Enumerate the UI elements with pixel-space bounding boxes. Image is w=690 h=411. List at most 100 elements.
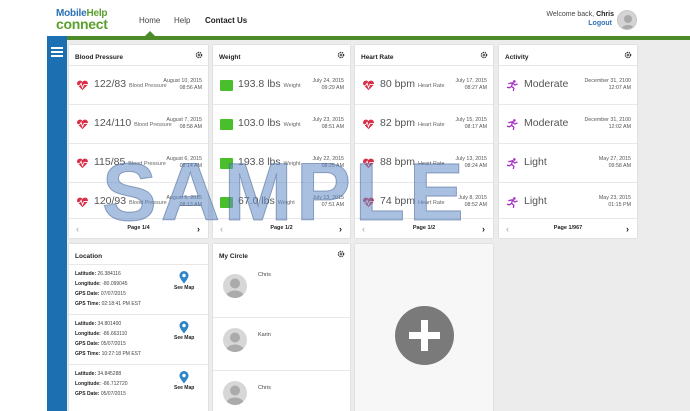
list-item[interactable]: 122/83 Blood Pressure August 10, 2015 08:… — [69, 65, 208, 104]
list-item[interactable]: 193.8 lbs Weight July 24, 2015 09:29 AM — [213, 65, 350, 104]
reading-time: 01:15 PM — [608, 202, 631, 208]
reading-unit: Blood Pressure — [128, 161, 166, 167]
nav-contact-us[interactable]: Contact Us — [205, 16, 247, 25]
gear-icon[interactable] — [337, 51, 345, 59]
reading-date: July 13, 2015 — [312, 195, 344, 201]
list-item[interactable]: 82 bpm Heart Rate July 15, 2015 08:17 AM — [355, 104, 493, 143]
map-pin-icon[interactable] — [179, 271, 189, 284]
card-title: Weight — [219, 54, 241, 61]
see-map-link[interactable]: See Map — [174, 285, 194, 291]
reading-date: May 27, 2015 — [598, 156, 631, 162]
reading-time: 12:02 AM — [608, 124, 631, 130]
see-map-link[interactable]: See Map — [174, 335, 194, 341]
heart-icon — [363, 119, 374, 130]
reading-time: 08:51 AM — [321, 124, 344, 130]
heart-icon — [77, 119, 88, 130]
reading-date: July 17, 2015 — [455, 78, 487, 84]
page-indicator: Page 1/2 — [412, 225, 436, 231]
reading-time: 12:07 AM — [608, 85, 631, 91]
reading-unit: Blood Pressure — [129, 83, 167, 89]
reading-date: August 7, 2015 — [166, 117, 202, 123]
next-page-button[interactable]: › — [197, 224, 200, 234]
scale-icon — [220, 80, 233, 91]
app: MobileHelp connect Home Help Contact Us … — [0, 0, 690, 411]
header: MobileHelp connect Home Help Contact Us … — [0, 0, 690, 36]
scale-icon — [220, 158, 233, 169]
gps-date-value: 05/07/2015 — [100, 341, 126, 347]
latitude-value: 34.845288 — [97, 371, 122, 377]
reading-value: 88 bpm — [380, 156, 416, 168]
gear-icon[interactable] — [624, 51, 632, 59]
longitude-value: -80.099045 — [102, 281, 128, 287]
list-item[interactable]: Latitude: 26.384116 Longitude: -80.09904… — [69, 264, 208, 314]
longitude-value: -86.712720 — [102, 381, 128, 387]
list-item[interactable]: 88 bpm Heart Rate July 13, 2015 08:24 AM — [355, 143, 493, 182]
person-icon — [226, 385, 244, 405]
weight-card: Weight 193.8 lbs Weight July 24, 2015 09:… — [213, 45, 350, 238]
reading-value: 193.8 lbs — [238, 78, 281, 90]
next-page-button[interactable]: › — [626, 224, 629, 234]
nav-home[interactable]: Home — [139, 16, 160, 25]
gear-icon[interactable] — [337, 250, 345, 258]
reading-time: 08:56 AM — [179, 85, 202, 91]
reading-value: 74 bpm — [380, 195, 416, 207]
circle-member[interactable]: Chris — [213, 264, 350, 317]
reading-date: December 31, 2100 — [584, 78, 631, 84]
gps-time-value: 02:18:41 PM EST — [101, 301, 142, 307]
reading-unit: Weight — [277, 200, 295, 206]
list-item[interactable]: 193.8 lbs Weight July 22, 2015 08:25 AM — [213, 143, 350, 182]
gear-icon[interactable] — [480, 51, 488, 59]
gear-icon[interactable] — [195, 51, 203, 59]
list-item[interactable]: 103.0 lbs Weight July 23, 2015 08:51 AM — [213, 104, 350, 143]
list-item[interactable]: Latitude: 34.845288 Longitude: -86.71272… — [69, 364, 208, 411]
list-item[interactable]: 74 bpm Heart Rate July 8, 2015 08:52 AM — [355, 182, 493, 221]
nav-help[interactable]: Help — [174, 16, 190, 25]
reading-date: July 13, 2015 — [455, 156, 487, 162]
member-name: Chris — [258, 385, 271, 391]
reading-unit: Heart Rate — [417, 161, 445, 167]
logout-link[interactable]: Logout — [588, 20, 612, 27]
reading-date: August 10, 2015 — [163, 78, 202, 84]
circle-member[interactable]: Karin — [213, 317, 350, 370]
list-item[interactable]: Light May 27, 2015 09:58 AM — [499, 143, 637, 182]
list-item[interactable]: Light May 23, 2015 01:15 PM — [499, 182, 637, 221]
map-pin-icon[interactable] — [179, 371, 189, 384]
add-widget-button[interactable] — [395, 306, 454, 365]
list-item[interactable]: Moderate December 31, 2100 12:07 AM — [499, 65, 637, 104]
avatar — [223, 381, 247, 405]
logo[interactable]: MobileHelp connect — [56, 8, 108, 31]
map-pin-icon[interactable] — [179, 321, 189, 334]
card-title: Activity — [505, 54, 529, 61]
card-title: Heart Rate — [361, 54, 394, 61]
reading-value: 82 bpm — [380, 117, 416, 129]
welcome-message: Welcome back, Chris — [546, 11, 614, 18]
circle-member[interactable]: Chris — [213, 370, 350, 411]
menu-icon[interactable] — [51, 47, 63, 57]
pager: ‹ Page 1/967 › — [499, 218, 637, 238]
see-map-link[interactable]: See Map — [174, 385, 194, 391]
reading-value: 124/110 — [94, 117, 132, 129]
pager: ‹ Page 1/2 › — [355, 218, 493, 238]
pager: ‹ Page 1/2 › — [213, 218, 350, 238]
reading-time: 08:52 AM — [464, 202, 487, 208]
list-item[interactable]: Latitude: 34.801400 Longitude: -86.66311… — [69, 314, 208, 364]
list-item[interactable]: 80 bpm Heart Rate July 17, 2015 08:27 AM — [355, 65, 493, 104]
reading-value: Moderate — [524, 78, 569, 90]
reading-unit: Weight — [283, 122, 301, 128]
reading-time: 09:29 AM — [321, 85, 344, 91]
next-page-button[interactable]: › — [339, 224, 342, 234]
list-item[interactable]: 124/110 Blood Pressure August 7, 2015 08:… — [69, 104, 208, 143]
list-item[interactable]: Moderate December 31, 2100 12:02 AM — [499, 104, 637, 143]
heart-icon — [77, 158, 88, 169]
list-item[interactable]: 120/93 Blood Pressure August 5, 2015 08:1… — [69, 182, 208, 221]
list-item[interactable]: 115/85 Blood Pressure August 6, 2015 08:1… — [69, 143, 208, 182]
page-indicator: Page 1/2 — [270, 225, 293, 231]
user-avatar[interactable] — [617, 10, 637, 30]
reading-time: 08:14 AM — [179, 163, 202, 169]
list-item[interactable]: 67.0 lbs Weight July 13, 2015 07:51 AM — [213, 182, 350, 221]
activity-card: Activity Moderate December 31, 2100 12:07… — [499, 45, 637, 238]
next-page-button[interactable]: › — [482, 224, 485, 234]
runner-icon — [506, 80, 518, 91]
gps-date-label: GPS Date: — [75, 341, 100, 347]
blood-pressure-card: Blood Pressure 122/83 Blood Pressure Aug… — [69, 45, 208, 238]
